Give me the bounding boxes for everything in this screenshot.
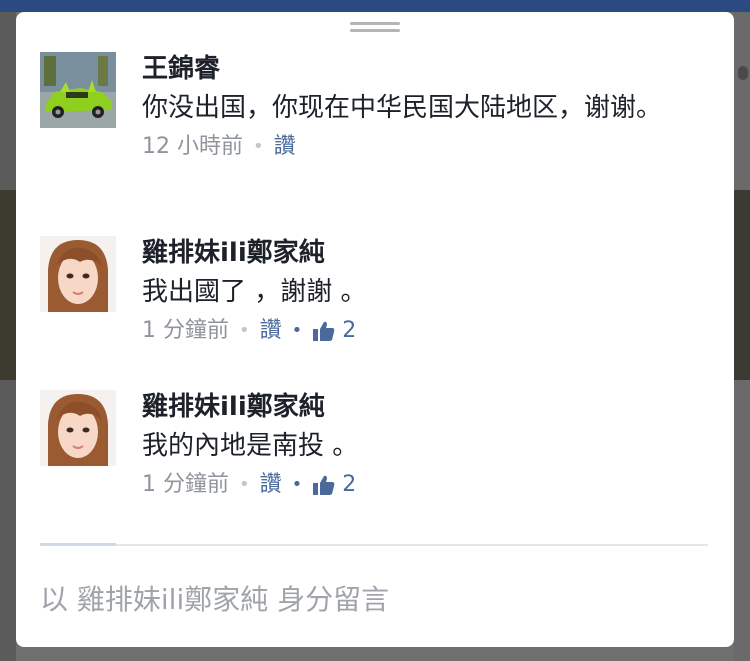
background-photo-right: [734, 190, 750, 380]
comment-time[interactable]: 1 分鐘前: [142, 316, 229, 346]
comment-input[interactable]: 以 雞排妹ili鄭家純 身分留言: [40, 578, 389, 618]
comment-author[interactable]: 雞排妹ili鄭家純: [142, 236, 712, 270]
avatar-girl[interactable]: [40, 236, 116, 312]
comment-time[interactable]: 12 小時前: [142, 132, 243, 162]
like-button[interactable]: 讚: [274, 132, 296, 162]
thumbs-up-icon[interactable]: [312, 474, 336, 496]
meta-separator: •: [291, 474, 303, 495]
comment-text: 你没出国，你现在中华民国大陆地区，谢谢。: [142, 93, 663, 123]
comments-sheet: 王錦睿 你没出国，你现在中华民国大陆地区，谢谢。 12 小時前 • 讚 雞排妹i…: [16, 12, 734, 647]
background-photo-left: [0, 190, 16, 380]
composer-divider-accent: [40, 543, 116, 546]
meta-separator: •: [253, 136, 264, 157]
like-count[interactable]: 2: [342, 470, 356, 500]
composer-divider: [40, 544, 708, 546]
comment-author[interactable]: 雞排妹ili鄭家純: [142, 390, 712, 424]
comment-meta: 1 分鐘前 • 讚 • 2: [142, 470, 712, 500]
like-count[interactable]: 2: [342, 316, 356, 346]
avatar-girl[interactable]: [40, 390, 116, 466]
comment-author[interactable]: 王錦睿: [142, 52, 712, 86]
background-app-bar: [0, 0, 750, 12]
meta-separator: •: [291, 320, 303, 341]
drag-handle-icon[interactable]: [350, 22, 400, 34]
comment-text: 我的內地是南投 。: [142, 431, 359, 461]
like-button[interactable]: 讚: [260, 470, 282, 500]
like-button[interactable]: 讚: [260, 316, 282, 346]
avatar-car[interactable]: [40, 52, 116, 128]
meta-separator: •: [239, 320, 250, 341]
comment-text: 我出國了 ，謝謝 。: [142, 277, 367, 307]
comment-time[interactable]: 1 分鐘前: [142, 470, 229, 500]
thumbs-up-icon[interactable]: [312, 320, 336, 342]
comment-meta: 12 小時前 • 讚: [142, 132, 712, 162]
meta-separator: •: [239, 474, 250, 495]
comment-meta: 1 分鐘前 • 讚 • 2: [142, 316, 712, 346]
background-scroll-indicator: [738, 66, 748, 80]
